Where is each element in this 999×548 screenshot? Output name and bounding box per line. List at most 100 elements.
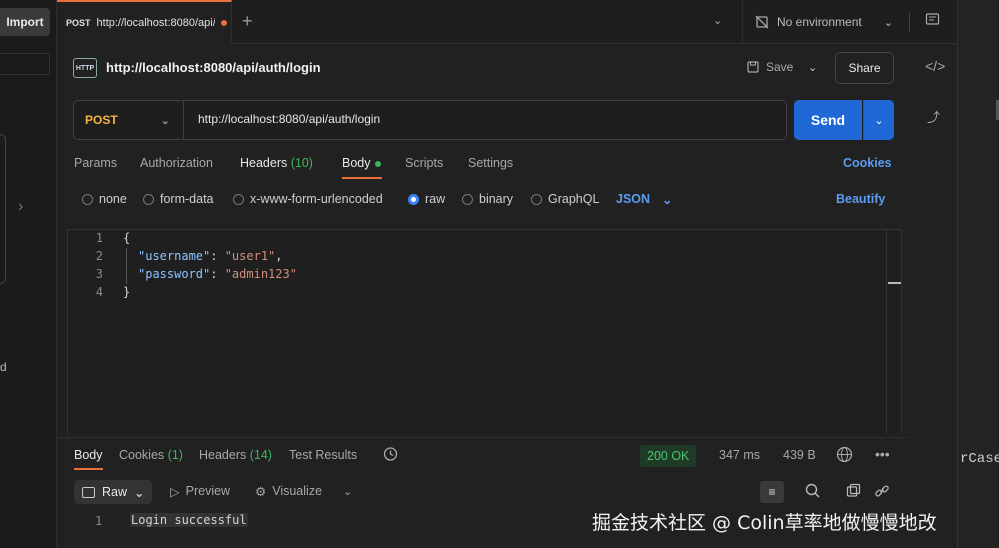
json-key: "username" xyxy=(138,249,211,263)
send-button[interactable]: Send xyxy=(794,100,862,140)
tab-headers[interactable]: Headers (10) xyxy=(240,156,313,170)
response-tab-headers[interactable]: Headers (14) xyxy=(199,448,272,462)
share-button[interactable]: Share xyxy=(835,52,894,84)
radio-raw-label: raw xyxy=(425,192,446,206)
request-tab[interactable]: POST http://localhost:8080/api/auth/logi… xyxy=(57,0,232,44)
response-cookies-count: (1) xyxy=(167,448,183,462)
body-indicator-dot-icon xyxy=(374,160,381,167)
editor-scrollbar-thumb[interactable] xyxy=(888,282,901,284)
indent-guide xyxy=(126,248,127,284)
search-icon[interactable] xyxy=(805,483,820,501)
beautify-button[interactable]: Beautify xyxy=(836,192,885,206)
raw-chevron-down-icon: ⌄ xyxy=(134,485,145,500)
radio-none[interactable]: none xyxy=(82,192,127,206)
tab-scripts[interactable]: Scripts xyxy=(405,156,443,170)
copy-icon[interactable] xyxy=(846,483,861,501)
response-body-text[interactable]: Login successful xyxy=(130,513,248,527)
line-number: 2 xyxy=(95,249,103,263)
chevron-right-icon[interactable]: › xyxy=(18,198,23,216)
code-snippet-icon[interactable]: </> xyxy=(925,58,945,74)
tab-settings[interactable]: Settings xyxy=(468,156,513,170)
sidebar-panel-edge xyxy=(0,134,6,284)
code-line: } xyxy=(123,285,131,299)
format-select[interactable]: JSON ⌄ xyxy=(616,192,673,207)
radio-circle-icon xyxy=(82,193,93,205)
save-button[interactable]: Save xyxy=(746,60,793,74)
save-label: Save xyxy=(766,60,794,74)
radio-raw[interactable]: raw xyxy=(408,192,445,206)
send-options-chevron-down-icon[interactable]: ⌄ xyxy=(863,100,894,140)
new-tab-plus-icon[interactable]: + xyxy=(242,11,253,32)
request-title[interactable]: http://localhost:8080/api/auth/login xyxy=(106,60,321,75)
radio-circle-icon xyxy=(233,193,244,205)
right-panel-partial-text: rCase xyxy=(960,451,999,467)
method-chevron-down-icon: ⌄ xyxy=(160,114,170,127)
response-active-underline xyxy=(74,468,103,470)
no-environment-icon xyxy=(755,15,769,29)
response-headers-label: Headers xyxy=(199,448,247,462)
radio-graphql[interactable]: GraphQL xyxy=(531,192,599,206)
radio-circle-icon xyxy=(531,193,542,205)
format-chevron-down-icon: ⌄ xyxy=(662,193,673,207)
sidebar-partial-text: d xyxy=(0,360,7,374)
tabs-chevron-down-icon[interactable]: ⌄ xyxy=(713,14,722,27)
tab-authorization[interactable]: Authorization xyxy=(140,156,213,170)
response-tab-test-results[interactable]: Test Results xyxy=(289,448,357,462)
radio-form-data[interactable]: form-data xyxy=(143,192,214,206)
cookies-link[interactable]: Cookies xyxy=(843,156,892,170)
save-icon xyxy=(747,61,759,73)
raw-format-icon xyxy=(82,486,95,498)
response-format-select[interactable]: Raw ⌄ xyxy=(74,480,152,504)
radio-circle-icon xyxy=(143,193,154,205)
json-value: "user1" xyxy=(224,249,276,263)
visualize-label: Visualize xyxy=(272,484,323,498)
radio-circle-icon xyxy=(462,193,473,205)
radio-binary[interactable]: binary xyxy=(462,192,513,206)
line-number: 4 xyxy=(95,285,103,299)
response-tab-body[interactable]: Body xyxy=(74,448,103,462)
url-input[interactable]: http://localhost:8080/api/auth/login xyxy=(198,112,380,126)
response-cookies-label: Cookies xyxy=(119,448,165,462)
more-options-icon[interactable]: ••• xyxy=(875,446,890,462)
response-tab-cookies[interactable]: Cookies (1) xyxy=(119,448,183,462)
link-icon[interactable] xyxy=(874,483,890,502)
tab-headers-count: (10) xyxy=(290,156,313,170)
preview-button[interactable]: ▷ Preview xyxy=(170,484,230,499)
visualize-button[interactable]: ⚙ Visualize xyxy=(255,484,322,499)
globe-icon[interactable] xyxy=(836,446,853,467)
tab-body[interactable]: Body xyxy=(342,156,381,170)
import-button[interactable]: Import xyxy=(0,8,50,36)
tab-body-label: Body xyxy=(342,156,371,170)
history-icon[interactable] xyxy=(382,446,398,465)
left-sidebar xyxy=(0,0,57,548)
wrap-lines-icon[interactable]: ≡ xyxy=(760,481,784,503)
radio-none-label: none xyxy=(99,192,127,206)
sidebar-search-field[interactable] xyxy=(0,53,50,75)
response-time[interactable]: 347 ms xyxy=(719,448,760,462)
response-divider xyxy=(57,437,909,438)
response-size[interactable]: 439 B xyxy=(783,448,816,462)
radio-binary-label: binary xyxy=(479,192,514,206)
environment-chevron-down-icon: ⌄ xyxy=(883,16,893,29)
environment-quick-look-icon[interactable] xyxy=(925,12,940,31)
environment-label: No environment xyxy=(777,15,862,29)
tab-params[interactable]: Params xyxy=(74,156,117,170)
tab-headers-label: Headers xyxy=(240,156,288,170)
line-number: 3 xyxy=(95,267,103,281)
method-select[interactable]: POST ⌄ xyxy=(74,101,184,139)
code-line: "username": "user1", xyxy=(138,249,283,263)
unsaved-dot-icon xyxy=(220,20,227,26)
active-tab-underline xyxy=(342,177,382,179)
raw-label: Raw xyxy=(102,485,128,499)
tab-title: http://localhost:8080/api/auth/login xyxy=(96,17,215,29)
radio-selected-icon xyxy=(408,193,419,205)
status-badge[interactable]: 200 OK xyxy=(640,445,697,467)
visualize-chevron-down-icon[interactable]: ⌄ xyxy=(343,485,352,498)
radio-urlencoded[interactable]: x-www-form-urlencoded xyxy=(233,192,383,206)
code-line: "password": "admin123" xyxy=(138,267,297,281)
environment-selector[interactable]: No environment ⌄ xyxy=(742,0,909,44)
response-headers-count: (14) xyxy=(249,448,272,462)
save-chevron-down-icon[interactable]: ⌄ xyxy=(808,61,817,74)
divider xyxy=(909,12,910,32)
related-collections-icon[interactable]: ⤴ xyxy=(927,107,940,126)
